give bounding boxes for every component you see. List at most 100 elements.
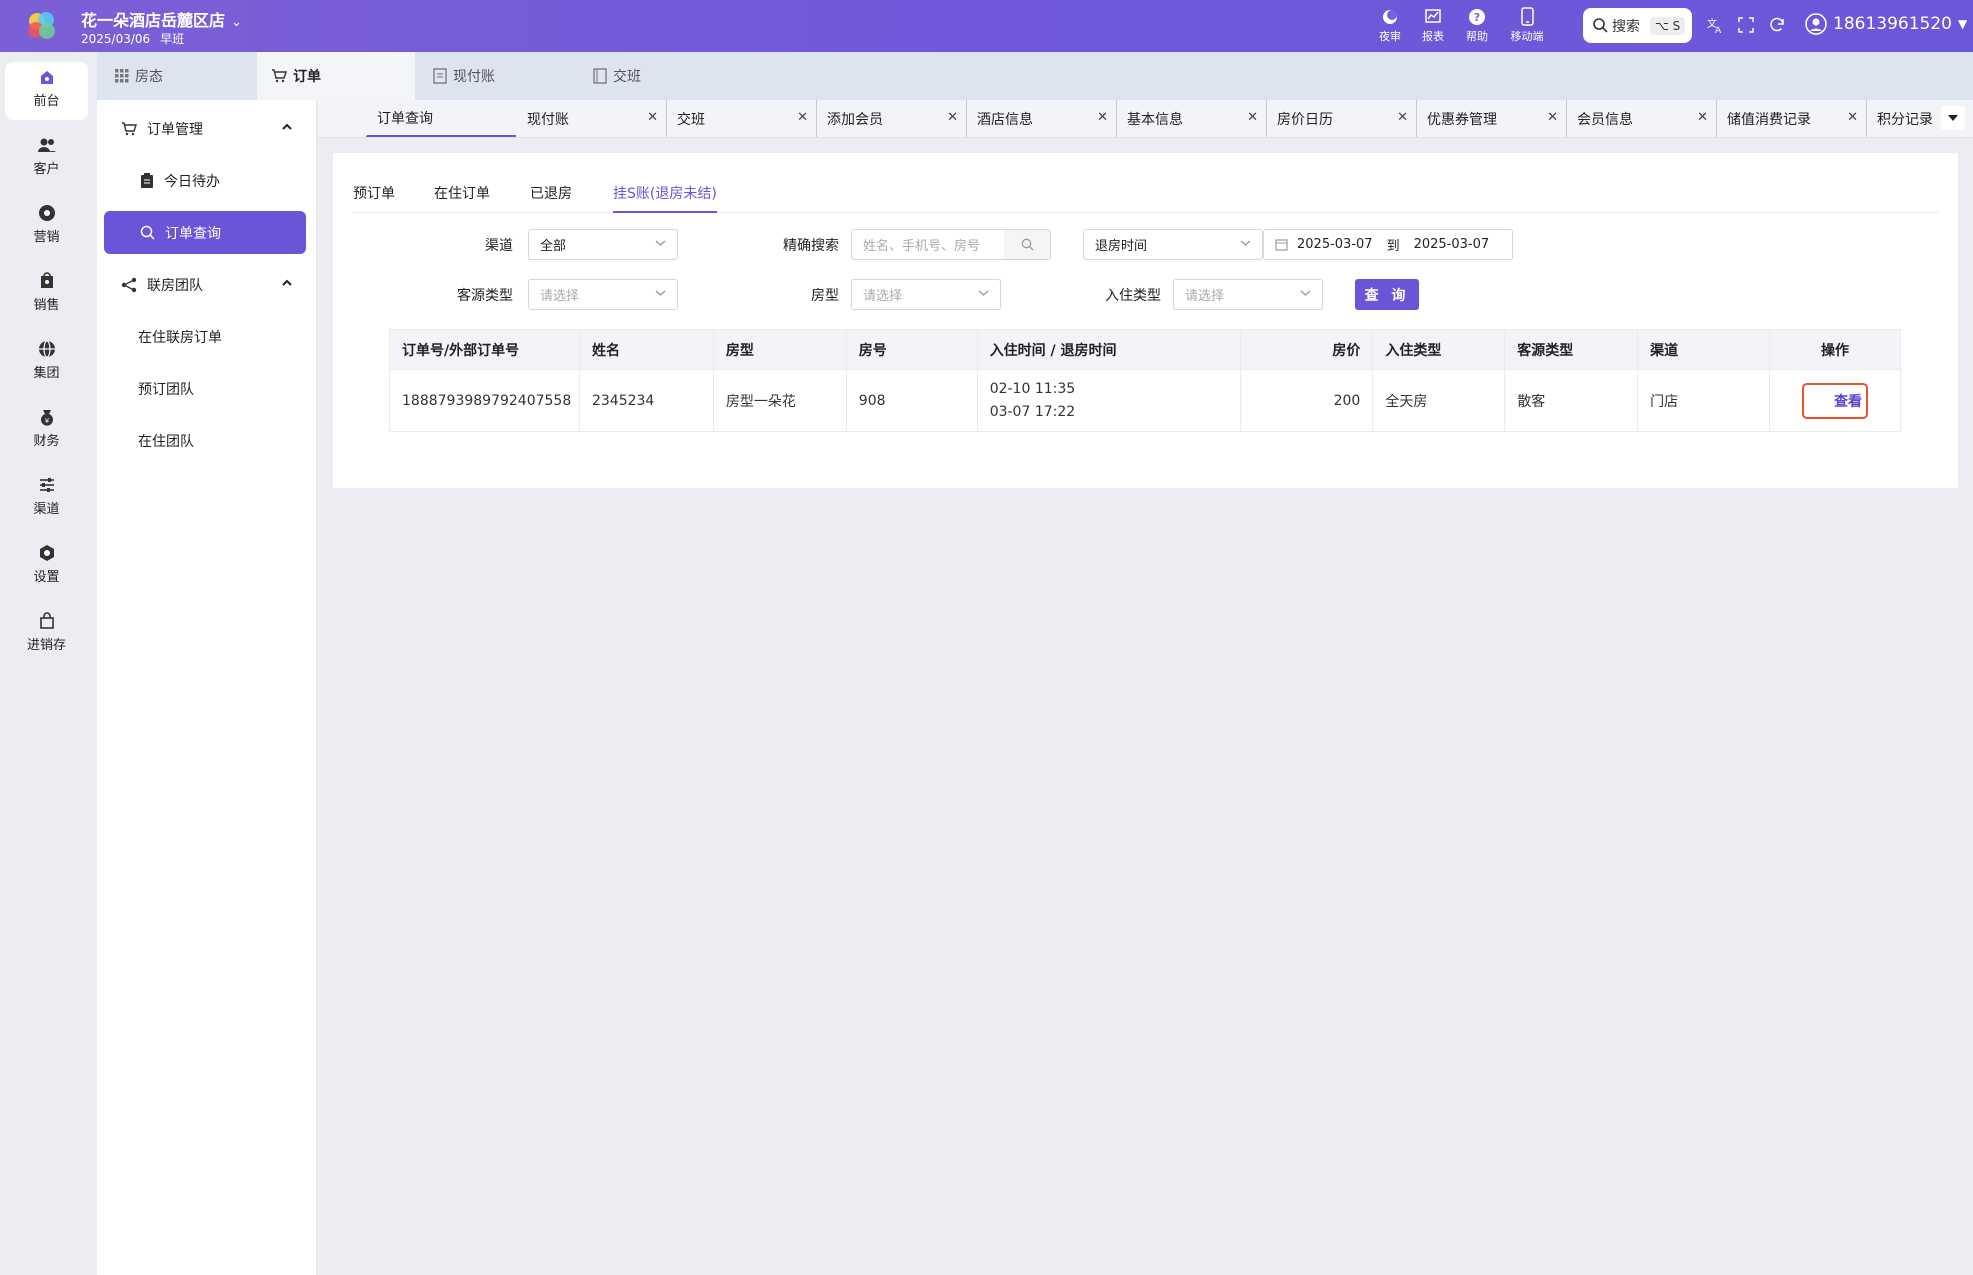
tab-room-status[interactable]: 房态	[115, 52, 255, 100]
help-icon: ?	[1469, 9, 1485, 25]
rail-item-front-desk[interactable]: 前台	[5, 62, 88, 120]
user-phone: 18613961520	[1833, 14, 1952, 34]
close-icon[interactable]: ✕	[1547, 110, 1558, 125]
page-tab-rate-calendar[interactable]: 房价日历 ✕	[1266, 100, 1416, 137]
rail-item-settings[interactable]: 设置	[5, 538, 88, 596]
rail-item-inventory[interactable]: 进销存	[5, 606, 88, 664]
status-tab-in-house[interactable]: 在住订单	[434, 183, 490, 211]
help-label: 帮助	[1466, 30, 1488, 43]
close-icon[interactable]: ✕	[797, 110, 808, 125]
view-order-link[interactable]: 查看	[1801, 382, 1868, 419]
col-room-type: 房型	[712, 329, 847, 370]
rail-label: 财务	[33, 434, 60, 449]
subnav-item-today-todo[interactable]: 今日待办	[104, 159, 306, 202]
subnav-group-order-management[interactable]: 订单管理	[97, 104, 317, 154]
checkout-time: 03-07 17:22	[989, 403, 1076, 420]
price-cell: 200	[1240, 369, 1374, 432]
page-tab-label: 添加会员	[827, 111, 883, 128]
page-tab-stored-value-records[interactable]: 储值消费记录 ✕	[1716, 100, 1866, 137]
query-button[interactable]: 查 询	[1355, 279, 1419, 310]
svg-text:¥: ¥	[44, 417, 49, 425]
tab-cash-account[interactable]: 现付账	[433, 52, 573, 100]
page-tab-label: 积分记录	[1877, 111, 1933, 128]
sales-icon	[40, 272, 53, 288]
exact-search-placeholder: 姓名、手机号、房号	[863, 239, 981, 254]
subnav-item-reserved-groups[interactable]: 预订团队	[104, 367, 306, 410]
chevron-down-icon	[978, 290, 989, 296]
subnav-group-label: 订单管理	[147, 122, 203, 138]
rail-item-finance[interactable]: ¥ 财务	[5, 402, 88, 460]
rail-item-sales[interactable]: 销售	[5, 266, 88, 324]
tab-label: 订单	[293, 69, 321, 85]
status-tab-reservations[interactable]: 预订单	[353, 183, 395, 211]
close-icon[interactable]: ✕	[947, 110, 958, 125]
close-icon[interactable]: ✕	[1397, 110, 1408, 125]
channel-select[interactable]: 全部	[528, 229, 678, 260]
room-type-cell: 房型一朵花	[712, 369, 847, 432]
help-button[interactable]: ? 帮助	[1453, 7, 1501, 44]
close-icon[interactable]: ✕	[1847, 110, 1858, 125]
close-icon[interactable]: ✕	[1097, 110, 1108, 125]
exact-search-button[interactable]	[1004, 229, 1051, 260]
page-tab-add-member[interactable]: 添加会员 ✕	[816, 100, 966, 137]
translate-icon[interactable]: 文A	[1706, 16, 1724, 34]
room-type-select[interactable]: 请选择	[851, 279, 1001, 310]
rail-item-group[interactable]: 集团	[5, 334, 88, 392]
user-menu[interactable]: 18613961520 ▼	[1805, 13, 1967, 35]
refresh-icon[interactable]	[1768, 16, 1786, 34]
source-type-select[interactable]: 请选择	[528, 279, 678, 310]
status-tab-s-account[interactable]: 挂S账(退房未结)	[613, 183, 717, 213]
subnav-item-order-query[interactable]: 订单查询	[104, 211, 306, 254]
page-tab-hotel-info[interactable]: 酒店信息 ✕	[966, 100, 1116, 137]
chevron-down-icon	[655, 240, 666, 246]
reports-button[interactable]: 报表	[1409, 7, 1457, 44]
fullscreen-icon[interactable]	[1737, 16, 1755, 34]
date-range-picker[interactable]: 2025-03-07 到 2025-03-07	[1263, 229, 1513, 260]
mobile-button[interactable]: 移动端	[1503, 7, 1551, 44]
subnav-item-in-house-linked[interactable]: 在住联房订单	[104, 315, 306, 358]
page-tab-cash-account[interactable]: 现付账 ✕	[516, 100, 666, 137]
channel-label: 渠道	[485, 238, 513, 254]
status-tab-checked-out[interactable]: 已退房	[530, 183, 572, 211]
page-tab-label: 储值消费记录	[1727, 111, 1811, 128]
checkin-type-select[interactable]: 请选择	[1173, 279, 1323, 310]
close-icon[interactable]: ✕	[1247, 110, 1258, 125]
exact-search-input[interactable]: 姓名、手机号、房号	[851, 229, 1005, 260]
close-icon[interactable]: ✕	[647, 110, 658, 125]
top-bar: 花一朵酒店岳麓区店 ⌄ 2025/03/06 早班 夜审 报表 ? 帮助 移动端 搜…	[0, 0, 1973, 52]
rail-item-marketing[interactable]: 营销	[5, 198, 88, 256]
rail-label: 前台	[33, 94, 60, 109]
rail-item-customers[interactable]: 客户	[5, 130, 88, 188]
col-room-no: 房号	[845, 329, 978, 370]
close-icon[interactable]: ✕	[1697, 110, 1708, 125]
tab-label: 现付账	[453, 69, 495, 85]
page-tab-coupon-management[interactable]: 优惠券管理 ✕	[1416, 100, 1566, 137]
subnav-item-in-house-groups[interactable]: 在住团队	[104, 419, 306, 462]
page-tab-points-records[interactable]: 积分记录	[1866, 100, 1946, 137]
page-tab-shift-handover[interactable]: 交班 ✕	[666, 100, 816, 137]
global-search[interactable]: 搜索 ⌥ S	[1583, 8, 1692, 43]
hotel-switcher[interactable]: 花一朵酒店岳麓区店 ⌄	[81, 7, 242, 31]
page-tab-member-info[interactable]: 会员信息 ✕	[1566, 100, 1716, 137]
rail-label: 集团	[33, 366, 60, 381]
night-audit-button[interactable]: 夜审	[1366, 7, 1414, 44]
tabs-more-button[interactable]	[1941, 106, 1965, 130]
page-tab-order-query[interactable]: 订单查询	[366, 100, 516, 137]
subnav-item-label: 订单查询	[165, 225, 221, 242]
tab-label: 房态	[135, 69, 163, 85]
chart-icon	[1425, 9, 1441, 23]
tab-shift-handover[interactable]: 交班	[593, 52, 733, 100]
table-row[interactable]: 1888793989792407558 2345234 房型一朵花 908 02…	[389, 369, 1902, 432]
subnav-group-linked-rooms[interactable]: 联房团队	[97, 260, 317, 310]
tab-orders[interactable]: 订单	[257, 52, 415, 100]
page-tab-basic-info[interactable]: 基本信息 ✕	[1116, 100, 1266, 137]
rail-label: 营销	[33, 230, 60, 245]
reports-label: 报表	[1422, 30, 1444, 43]
rail-item-channel[interactable]: 渠道	[5, 470, 88, 528]
marketing-icon	[38, 205, 55, 221]
source-type-placeholder: 请选择	[540, 289, 580, 304]
date-to: 2025-03-07	[1413, 237, 1490, 252]
time-type-select[interactable]: 退房时间	[1083, 229, 1263, 260]
rail-label: 销售	[33, 298, 60, 313]
chevron-down-icon	[655, 290, 666, 296]
